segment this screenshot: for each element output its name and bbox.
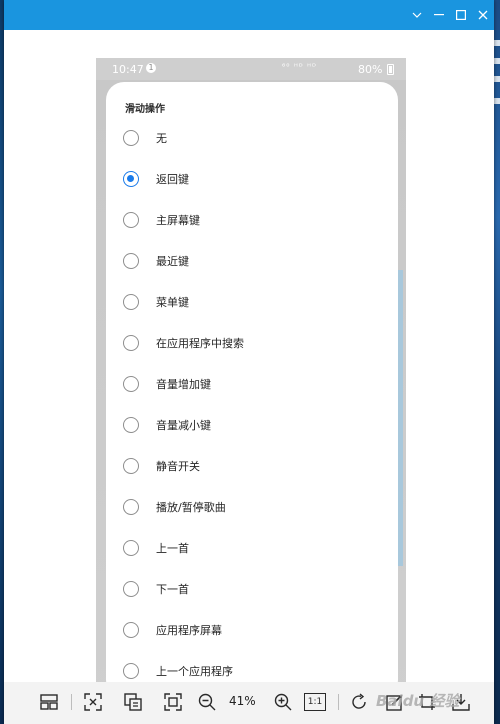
radio-button[interactable]: [123, 335, 139, 351]
status-time: 10:47: [112, 63, 144, 76]
fit-window-icon[interactable]: [82, 691, 104, 713]
option-label: 菜单键: [156, 296, 189, 309]
option-item[interactable]: 无: [118, 123, 388, 153]
battery-percent: 80%: [358, 63, 383, 76]
radio-button[interactable]: [123, 130, 139, 146]
toolbar-divider: [71, 694, 72, 710]
maximize-icon[interactable]: [450, 0, 472, 30]
phone-screenshot: 10:47 1 ⁶⁰ ᴴᴰ ᴴᴰ 80% 滑动操作 无 返回键 主屏幕键 最近键…: [96, 58, 406, 710]
radio-button[interactable]: [123, 540, 139, 556]
rotate-icon[interactable]: [348, 691, 370, 713]
option-item[interactable]: 播放/暂停歌曲: [118, 492, 388, 522]
minimize-icon[interactable]: [428, 0, 450, 30]
toolbar-divider: [338, 694, 339, 710]
option-item[interactable]: 主屏幕键: [118, 205, 388, 235]
option-label: 静音开关: [156, 460, 200, 473]
radio-button[interactable]: [123, 253, 139, 269]
radio-button[interactable]: [123, 458, 139, 474]
radio-button[interactable]: [123, 417, 139, 433]
phone-status-bar: 10:47 1 ⁶⁰ ᴴᴰ ᴴᴰ 80%: [96, 58, 406, 80]
radio-button[interactable]: [123, 499, 139, 515]
scroll-indicator: [398, 270, 403, 566]
image-viewer-window: 10:47 1 ⁶⁰ ᴴᴰ ᴴᴰ 80% 滑动操作 无 返回键 主屏幕键 最近键…: [4, 0, 494, 724]
option-label: 下一首: [156, 583, 189, 596]
option-label: 最近键: [156, 255, 189, 268]
watermark: Baidu 经验: [376, 692, 460, 710]
layout-icon[interactable]: [38, 691, 60, 713]
title-bar[interactable]: [4, 0, 494, 30]
radio-button[interactable]: [123, 581, 139, 597]
option-label: 在应用程序中搜索: [156, 337, 244, 350]
collapse-chevron-icon[interactable]: [406, 0, 428, 30]
option-label: 返回键: [156, 173, 189, 186]
radio-button[interactable]: [123, 663, 139, 679]
option-label: 上一个应用程序: [156, 665, 233, 678]
network-status-icon: ⁶⁰ ᴴᴰ ᴴᴰ: [282, 62, 317, 71]
notification-badge: 1: [146, 63, 156, 73]
battery-icon: [387, 64, 394, 75]
option-item[interactable]: 最近键: [118, 246, 388, 276]
option-label: 音量减小键: [156, 419, 211, 432]
radio-button-selected[interactable]: [123, 171, 139, 187]
fullscreen-icon[interactable]: [162, 691, 184, 713]
radio-button[interactable]: [123, 622, 139, 638]
actual-size-icon[interactable]: 1:1: [304, 693, 326, 711]
option-item[interactable]: 上一首: [118, 533, 388, 563]
option-item[interactable]: 音量增加键: [118, 369, 388, 399]
swipe-action-dialog: 滑动操作 无 返回键 主屏幕键 最近键 菜单键 在应用程序中搜索 音量增加键 音…: [106, 82, 398, 698]
option-item[interactable]: 下一首: [118, 574, 388, 604]
zoom-level: 41%: [229, 694, 256, 708]
option-item[interactable]: 返回键: [118, 164, 388, 194]
image-canvas: 10:47 1 ⁶⁰ ᴴᴰ ᴴᴰ 80% 滑动操作 无 返回键 主屏幕键 最近键…: [4, 30, 494, 710]
radio-button[interactable]: [123, 294, 139, 310]
radio-button[interactable]: [123, 212, 139, 228]
close-icon[interactable]: [472, 0, 494, 30]
option-item[interactable]: 应用程序屏幕: [118, 615, 388, 645]
zoom-in-icon[interactable]: [272, 691, 294, 713]
option-label: 上一首: [156, 542, 189, 555]
radio-button[interactable]: [123, 376, 139, 392]
window-controls: [406, 0, 494, 30]
dialog-title: 滑动操作: [125, 104, 165, 115]
ocr-icon[interactable]: [122, 691, 144, 713]
zoom-out-icon[interactable]: [196, 691, 218, 713]
viewer-toolbar: 41% 1:1 Baidu 经验: [4, 682, 494, 724]
option-label: 无: [156, 132, 167, 145]
option-item[interactable]: 音量减小键: [118, 410, 388, 440]
option-item[interactable]: 静音开关: [118, 451, 388, 481]
option-item[interactable]: 在应用程序中搜索: [118, 328, 388, 358]
option-label: 播放/暂停歌曲: [156, 501, 226, 514]
option-label: 音量增加键: [156, 378, 211, 391]
option-label: 主屏幕键: [156, 214, 200, 227]
option-item[interactable]: 菜单键: [118, 287, 388, 317]
option-label: 应用程序屏幕: [156, 624, 222, 637]
